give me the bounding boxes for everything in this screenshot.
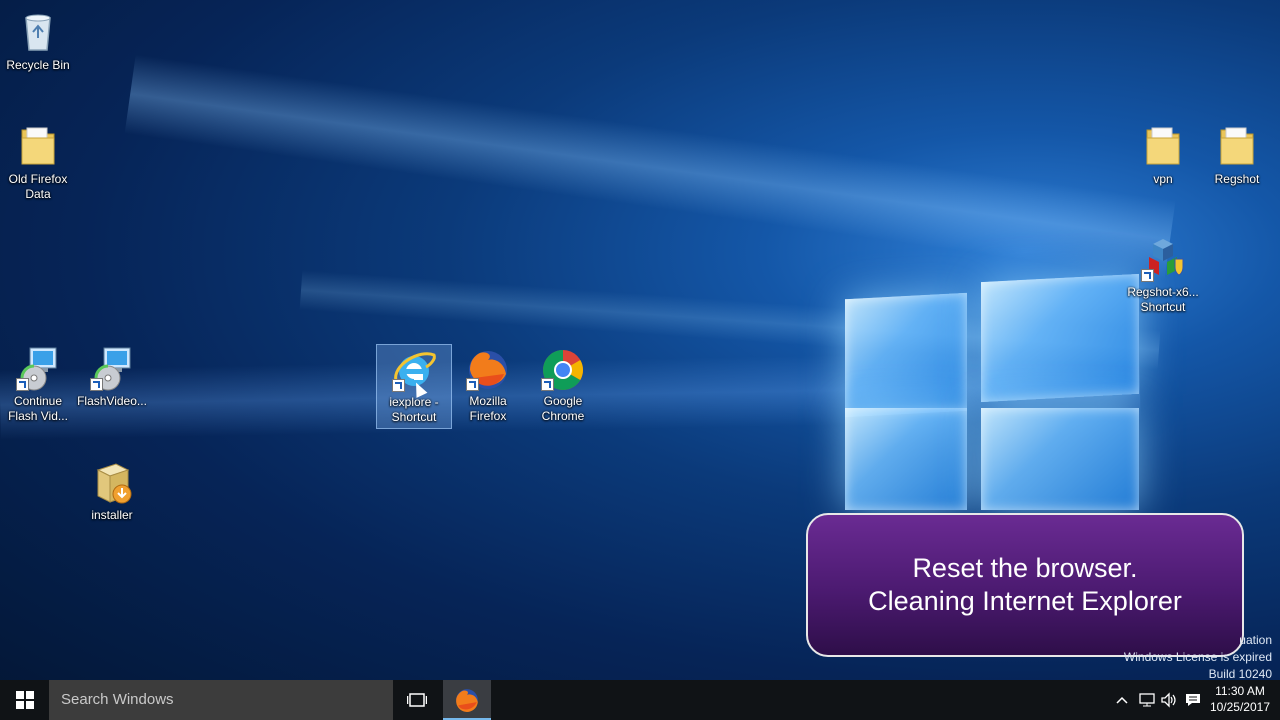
shortcut-arrow-icon xyxy=(90,378,103,391)
wallpaper-light-beam xyxy=(124,54,1176,280)
icon-label: FlashVideo... xyxy=(77,394,147,408)
regshot-icon xyxy=(1139,235,1187,283)
firefox-icon xyxy=(456,689,478,712)
desktop-icon-flashvideo[interactable]: FlashVideo... xyxy=(75,344,149,409)
desktop-icon-vpn[interactable]: vpn xyxy=(1126,122,1200,187)
speaker-icon xyxy=(1161,692,1176,708)
installer-disc-icon xyxy=(88,344,136,392)
icon-label: Google Chrome xyxy=(541,394,585,423)
icon-label: Recycle Bin xyxy=(6,58,70,72)
desktop-icon-continue-flash-video[interactable]: Continue Flash Vid... xyxy=(1,344,75,424)
watermark-line-2: Windows License is expired xyxy=(1123,650,1272,664)
icon-label: Regshot-x6... Shortcut xyxy=(1127,285,1199,314)
shortcut-arrow-icon xyxy=(466,378,479,391)
clock-time: 11:30 AM xyxy=(1215,684,1265,698)
shortcut-arrow-icon xyxy=(392,379,405,392)
watermark-line-1: uation xyxy=(1239,633,1272,647)
recycle-bin-icon xyxy=(14,8,62,56)
shortcut-arrow-icon xyxy=(541,378,554,391)
installer-package-icon xyxy=(88,458,136,506)
desktop-icon-old-firefox-data[interactable]: Old Firefox Data xyxy=(1,122,75,202)
icon-label: vpn xyxy=(1153,172,1173,186)
network-icon xyxy=(1139,693,1155,707)
desktop-icon-regshot-shortcut[interactable]: Regshot-x6... Shortcut xyxy=(1126,235,1200,315)
notification-icon xyxy=(1186,694,1200,706)
folder-icon xyxy=(14,122,62,170)
icon-label: Mozilla Firefox xyxy=(469,394,507,423)
caption-line-2: Cleaning Internet Explorer xyxy=(868,586,1182,616)
icon-label: iexplore - Shortcut xyxy=(389,395,439,424)
clock-date: 10/25/2017 xyxy=(1209,700,1270,714)
icon-label: installer xyxy=(91,508,133,522)
installer-disc-icon xyxy=(14,344,62,392)
folder-icon xyxy=(1213,122,1261,170)
taskbar-search-box[interactable]: Search Windows xyxy=(49,680,393,720)
taskbar: Search Windows 11:30 AM 10/25/2017 xyxy=(0,680,1280,720)
shortcut-arrow-icon xyxy=(1141,269,1154,282)
system-clock[interactable]: 11:30 AM 10/25/2017 xyxy=(1210,683,1270,715)
desktop-icon-google-chrome[interactable]: Google Chrome xyxy=(526,344,600,424)
desktop-icon-regshot-folder[interactable]: Regshot xyxy=(1200,122,1274,187)
task-view-icon xyxy=(407,693,427,707)
caption-line-1: Reset the browser. xyxy=(912,553,1138,583)
icon-label: Regshot xyxy=(1214,172,1260,186)
taskbar-firefox-button[interactable] xyxy=(443,680,491,720)
desktop-icon-installer[interactable]: installer xyxy=(75,458,149,523)
windows-evaluation-watermark: uation Windows License is expired Build … xyxy=(1124,632,1272,683)
icon-label: Old Firefox Data xyxy=(8,172,68,201)
desktop-icon-mozilla-firefox[interactable]: Mozilla Firefox xyxy=(451,344,525,424)
desktop-icon-recycle-bin[interactable]: Recycle Bin xyxy=(1,8,75,73)
windows-start-icon xyxy=(15,691,34,709)
task-view-button[interactable] xyxy=(393,680,441,720)
firefox-icon xyxy=(464,344,512,392)
windows-logo-wallpaper xyxy=(845,273,1140,513)
network-tray-button[interactable] xyxy=(1136,680,1158,720)
chevron-up-icon xyxy=(1116,696,1128,704)
show-hidden-icons-button[interactable] xyxy=(1112,680,1132,720)
icon-label: Continue Flash Vid... xyxy=(8,394,68,423)
folder-icon xyxy=(1139,122,1187,170)
start-button[interactable] xyxy=(0,680,49,720)
shortcut-arrow-icon xyxy=(16,378,29,391)
chrome-icon xyxy=(539,344,587,392)
action-center-button[interactable] xyxy=(1182,680,1204,720)
volume-tray-button[interactable] xyxy=(1158,680,1180,720)
